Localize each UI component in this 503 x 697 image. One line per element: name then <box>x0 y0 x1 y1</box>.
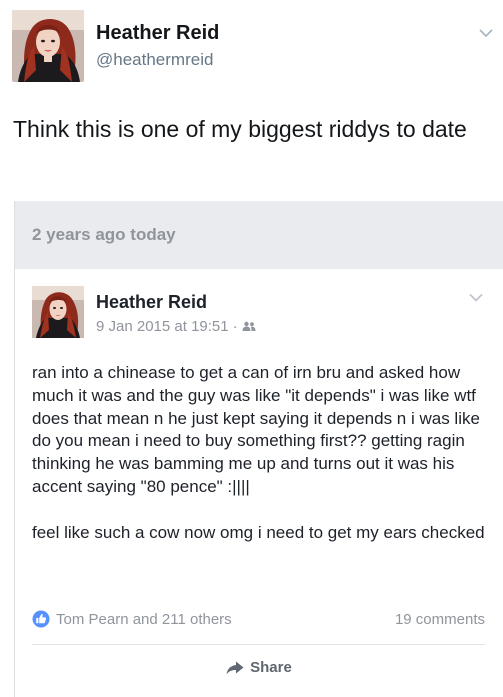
share-arrow-icon <box>226 661 244 675</box>
post-avatar-image <box>32 286 84 338</box>
post-meta: 9 Jan 2015 at 19:51 · <box>96 318 256 335</box>
share-label: Share <box>250 659 292 676</box>
user-handle[interactable]: @heathermreid <box>96 50 213 70</box>
reactions-row: Tom Pearn and 211 others 19 comments <box>32 609 485 631</box>
facebook-post: Heather Reid 9 Jan 2015 at 19:51 · ran in… <box>15 269 503 697</box>
avatar-image <box>12 10 84 82</box>
comments-count[interactable]: 19 comments <box>395 611 485 628</box>
post-timestamp[interactable]: 9 Jan 2015 at 19:51 <box>96 318 229 335</box>
tweet-header: Heather Reid @heathermreid <box>12 10 493 84</box>
display-name[interactable]: Heather Reid <box>96 22 219 45</box>
share-button-content: Share <box>226 655 292 681</box>
post-paragraph: ran into a chinease to get a can of irn … <box>32 363 480 496</box>
share-button[interactable]: Share <box>15 655 503 681</box>
post-author[interactable]: Heather Reid <box>96 292 207 313</box>
chevron-down-icon[interactable] <box>479 28 493 38</box>
friends-icon[interactable] <box>242 321 256 332</box>
screenshot-frame: Heather Reid @heathermreid Think this is… <box>0 0 503 697</box>
memory-banner: 2 years ago today <box>15 201 503 269</box>
post-body: ran into a chinease to get a can of irn … <box>32 362 494 545</box>
post-paragraph: feel like such a cow now omg i need to g… <box>32 522 485 542</box>
like-icon[interactable] <box>32 610 50 628</box>
memory-card: 2 years ago today Heather Reid 9 Jan 201… <box>14 201 503 697</box>
chevron-down-icon[interactable] <box>469 293 483 302</box>
likes-text[interactable]: Tom Pearn and 211 others <box>56 611 232 628</box>
post-avatar[interactable] <box>32 286 84 338</box>
divider <box>32 644 485 645</box>
memory-label: 2 years ago today <box>32 225 176 244</box>
tweet-text: Think this is one of my biggest riddys t… <box>13 116 467 142</box>
avatar[interactable] <box>12 10 84 82</box>
meta-separator: · <box>232 318 238 335</box>
